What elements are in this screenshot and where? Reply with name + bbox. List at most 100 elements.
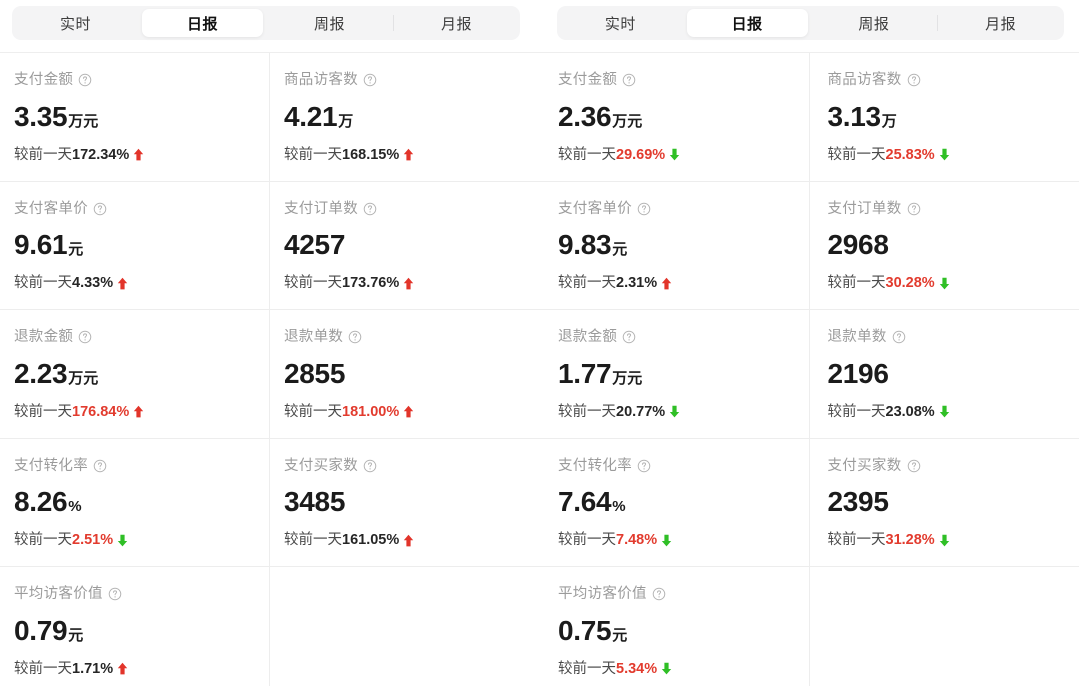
tab-label: 月报: [985, 13, 1016, 34]
delta-prefix: 较前一天: [284, 148, 342, 163]
arrow-up-icon: [661, 277, 672, 290]
question-circle-icon[interactable]: [907, 73, 921, 87]
question-circle-icon[interactable]: [348, 330, 362, 344]
metric-card[interactable]: 支付客单价9.83元较前一天2.31%: [540, 182, 810, 311]
metric-unit: 元: [68, 241, 83, 258]
question-circle-icon[interactable]: [637, 459, 651, 473]
delta-percent: 1.71%: [72, 662, 113, 677]
metric-card[interactable]: 支付订单数4257较前一天173.76%: [270, 182, 540, 311]
metric-card[interactable]: 平均访客价值0.79元较前一天1.71%: [0, 567, 270, 686]
metric-number: 2.23: [14, 358, 67, 389]
question-circle-icon[interactable]: [892, 330, 906, 344]
delta-percent: 181.00%: [342, 405, 399, 420]
left-tabbar: 实时 日报周报月报: [12, 6, 520, 40]
metric-unit: 元: [612, 241, 627, 258]
tab-label: 日报: [732, 13, 763, 34]
question-circle-icon[interactable]: [363, 202, 377, 216]
delta-percent: 20.77%: [616, 405, 665, 420]
question-circle-icon[interactable]: [363, 459, 377, 473]
metric-label-row: 退款金额: [558, 330, 809, 345]
metric-card[interactable]: 支付买家数2395较前一天31.28%: [810, 439, 1079, 568]
right-metric-grid: 支付金额2.36万元较前一天29.69%商品访客数3.13万较前一天25.83%…: [540, 53, 1079, 686]
delta-prefix: 较前一天: [14, 662, 72, 677]
question-circle-icon[interactable]: [622, 73, 636, 87]
metric-delta: 较前一天30.28%: [828, 276, 1079, 291]
delta-percent: 7.48%: [616, 533, 657, 548]
metric-label-row: 商品访客数: [284, 73, 540, 88]
delta-percent: 31.28%: [886, 533, 935, 548]
metric-number: 3.13: [828, 101, 881, 132]
arrow-up-icon: [117, 277, 128, 290]
question-circle-icon[interactable]: [652, 587, 666, 601]
metric-card[interactable]: 退款金额2.23万元较前一天176.84%: [0, 310, 270, 439]
tab-0[interactable]: 实时: [15, 9, 136, 37]
metric-card[interactable]: 平均访客价值0.75元较前一天5.34%: [540, 567, 810, 686]
question-circle-icon[interactable]: [93, 459, 107, 473]
question-circle-icon[interactable]: [78, 73, 92, 87]
metric-unit: 万元: [612, 113, 642, 130]
metric-card[interactable]: 支付金额2.36万元较前一天29.69%: [540, 53, 810, 182]
question-circle-icon[interactable]: [78, 330, 92, 344]
metric-label: 支付买家数: [828, 459, 902, 474]
delta-prefix: 较前一天: [558, 148, 616, 163]
metric-label-row: 支付客单价: [14, 202, 269, 217]
metric-unit: 元: [612, 627, 627, 644]
question-circle-icon[interactable]: [363, 73, 377, 87]
arrow-down-icon: [939, 277, 950, 290]
metric-number: 9.83: [558, 229, 611, 260]
metric-value: 8.26%: [14, 488, 269, 516]
metric-value: 9.83元: [558, 231, 809, 259]
metric-label-row: 平均访客价值: [558, 587, 809, 602]
metric-label: 退款金额: [14, 330, 73, 345]
left-tabbar-container: 实时 日报周报月报: [0, 0, 540, 53]
metric-card[interactable]: 退款金额1.77万元较前一天20.77%: [540, 310, 810, 439]
metric-delta: 较前一天173.76%: [284, 276, 540, 291]
tab-label: 实时: [60, 13, 91, 34]
metric-card[interactable]: 商品访客数3.13万较前一天25.83%: [810, 53, 1079, 182]
tab-2[interactable]: 周报: [269, 9, 390, 37]
metric-delta: 较前一天25.83%: [828, 148, 1079, 163]
metric-card[interactable]: 支付转化率8.26%较前一天2.51%: [0, 439, 270, 568]
metric-card[interactable]: 支付金额3.35万元较前一天172.34%: [0, 53, 270, 182]
right-tabbar-container: 实时 日报 周报 月报: [540, 0, 1079, 53]
metric-number: 2.36: [558, 101, 611, 132]
metric-delta: 较前一天23.08%: [828, 405, 1079, 420]
delta-prefix: 较前一天: [558, 405, 616, 420]
metric-number: 4257: [284, 229, 345, 260]
metric-value: 4.21万: [284, 103, 540, 131]
metric-label: 支付金额: [14, 73, 73, 88]
question-circle-icon[interactable]: [907, 459, 921, 473]
metric-card[interactable]: 支付客单价9.61元较前一天4.33%: [0, 182, 270, 311]
delta-prefix: 较前一天: [284, 533, 342, 548]
delta-prefix: 较前一天: [284, 276, 342, 291]
metric-delta: 较前一天2.31%: [558, 276, 809, 291]
metric-label: 支付转化率: [558, 459, 632, 474]
question-circle-icon[interactable]: [622, 330, 636, 344]
question-circle-icon[interactable]: [907, 202, 921, 216]
delta-prefix: 较前一天: [558, 533, 616, 548]
metric-card[interactable]: 商品访客数4.21万较前一天168.15%: [270, 53, 540, 182]
question-circle-icon[interactable]: [108, 587, 122, 601]
metric-number: 3485: [284, 486, 345, 517]
metric-card[interactable]: 支付买家数3485较前一天161.05%: [270, 439, 540, 568]
metric-unit: 万: [338, 113, 353, 130]
metric-card[interactable]: 退款单数2855较前一天181.00%: [270, 310, 540, 439]
tab-3[interactable]: 月报: [396, 9, 517, 37]
tab-active-1[interactable]: 日报: [687, 9, 808, 37]
metric-card[interactable]: 退款单数2196较前一天23.08%: [810, 310, 1079, 439]
tab-0[interactable]: 实时: [560, 9, 681, 37]
metric-delta: 较前一天172.34%: [14, 148, 269, 163]
tab-3[interactable]: 月报: [940, 9, 1061, 37]
metric-card[interactable]: 支付订单数2968较前一天30.28%: [810, 182, 1079, 311]
question-circle-icon[interactable]: [93, 202, 107, 216]
metric-card[interactable]: 支付转化率7.64%较前一天7.48%: [540, 439, 810, 568]
metric-label-row: 支付买家数: [284, 459, 540, 474]
tab-2[interactable]: 周报: [814, 9, 935, 37]
metric-delta: 较前一天7.48%: [558, 533, 809, 548]
arrow-up-icon: [133, 405, 144, 418]
tab-active-1[interactable]: 日报: [142, 9, 263, 37]
arrow-down-icon: [939, 148, 950, 161]
metric-unit: %: [68, 498, 81, 515]
question-circle-icon[interactable]: [637, 202, 651, 216]
delta-percent: 5.34%: [616, 662, 657, 677]
